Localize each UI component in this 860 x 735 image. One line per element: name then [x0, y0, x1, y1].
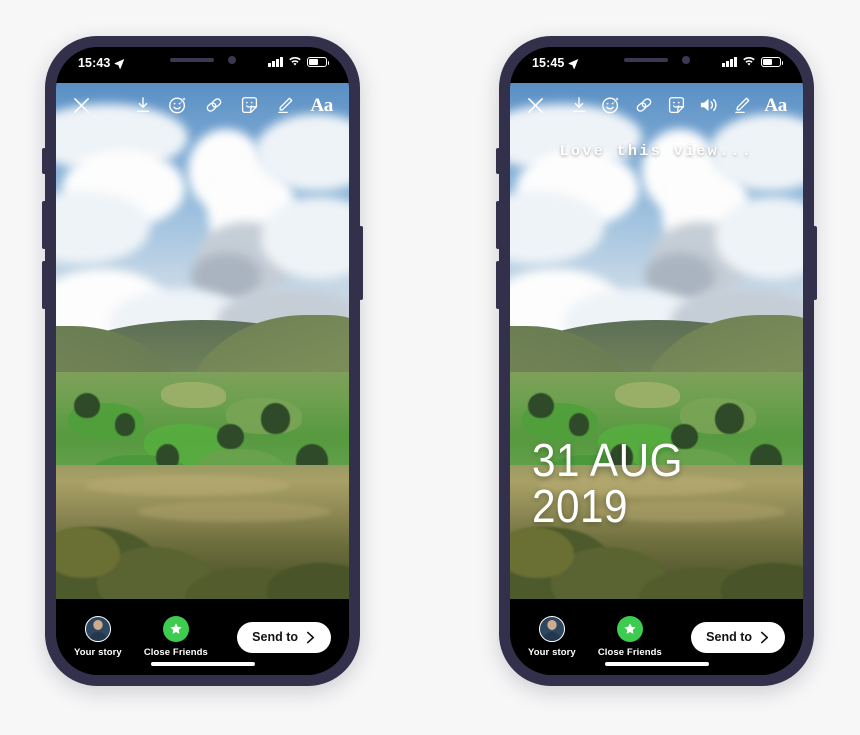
phone-screen-left: 15:43 Aa Your story Close Friends Send t…: [56, 47, 349, 675]
send-to-button-left[interactable]: Send to: [237, 621, 331, 653]
volume-up-button-left[interactable]: [42, 201, 46, 249]
status-bar-right: 15:45: [510, 47, 803, 83]
sticker-icon[interactable]: [667, 96, 686, 115]
notch-left: [127, 47, 278, 73]
chevron-right-icon: [760, 631, 769, 643]
download-icon[interactable]: [570, 96, 588, 114]
location-arrow-icon: [569, 58, 579, 69]
your-story-option-right[interactable]: Your story: [528, 616, 576, 658]
volume-down-button-right[interactable]: [496, 261, 500, 309]
story-caption-text[interactable]: Love this view...: [510, 143, 803, 160]
close-friends-option-right[interactable]: Close Friends: [598, 616, 662, 658]
status-time: 15:45: [532, 56, 565, 70]
close-friends-option-left[interactable]: Close Friends: [144, 616, 208, 658]
close-friends-label: Close Friends: [597, 647, 662, 658]
story-toolbar-right: Aa: [510, 83, 803, 127]
story-date-sticker[interactable]: 31 AUG 2019: [532, 437, 781, 529]
notch-right: [581, 47, 732, 73]
draw-icon[interactable]: [732, 96, 751, 115]
wifi-icon: [743, 56, 755, 66]
text-icon[interactable]: Aa: [764, 96, 787, 115]
cellular-signal-icon: [268, 56, 283, 67]
phone-bezel-left: 15:43 Aa Your story Close Friends Send t…: [56, 47, 349, 675]
home-indicator-right[interactable]: [604, 661, 709, 666]
close-friends-label: Close Friends: [143, 647, 208, 658]
status-left-right: 15:45: [532, 56, 579, 70]
close-icon[interactable]: [526, 96, 545, 115]
battery-icon: [761, 56, 784, 67]
front-camera-icon: [681, 56, 690, 64]
home-indicator-left[interactable]: [150, 661, 255, 666]
send-to-label: Send to: [706, 630, 752, 644]
your-story-label: Your story: [528, 647, 576, 658]
avatar: [84, 616, 111, 642]
story-canvas-right[interactable]: Love this view... 31 AUG 2019 Aa: [510, 83, 803, 599]
phone-bezel-right: 15:45 Love this view... 31 AUG 2019 Aa Y…: [510, 47, 803, 675]
effects-icon[interactable]: [601, 95, 621, 115]
phone-screen-right: 15:45 Love this view... 31 AUG 2019 Aa Y…: [510, 47, 803, 675]
mute-switch-left[interactable]: [42, 148, 46, 174]
link-icon[interactable]: [634, 95, 654, 115]
close-icon[interactable]: [72, 96, 91, 115]
close-friends-star-icon: [162, 616, 189, 642]
text-icon[interactable]: Aa: [310, 96, 333, 115]
story-canvas-left[interactable]: Aa: [56, 83, 349, 599]
scene-root: 15:43 Aa Your story Close Friends Send t…: [0, 0, 860, 735]
story-toolbar-actions-left: Aa: [134, 95, 333, 115]
story-photo-left: [56, 83, 349, 599]
mute-switch-right[interactable]: [496, 148, 500, 174]
effects-icon[interactable]: [168, 95, 188, 115]
your-story-option-left[interactable]: Your story: [74, 616, 122, 658]
status-right-right: [722, 56, 784, 67]
location-arrow-icon: [115, 58, 125, 69]
download-icon[interactable]: [134, 96, 152, 114]
battery-icon: [307, 56, 330, 67]
cellular-signal-icon: [722, 56, 737, 67]
avatar: [538, 616, 565, 642]
your-story-label: Your story: [74, 647, 122, 658]
bottom-bar-left: Your story Close Friends Send to: [56, 599, 349, 675]
send-to-label: Send to: [252, 630, 298, 644]
story-toolbar-actions-right: Aa: [570, 95, 787, 115]
draw-icon[interactable]: [275, 96, 294, 115]
status-left-left: 15:43: [78, 56, 125, 70]
volume-down-button-left[interactable]: [42, 261, 46, 309]
close-friends-star-icon: [616, 616, 643, 642]
power-button-right[interactable]: [813, 226, 817, 300]
story-toolbar-left: Aa: [56, 83, 349, 127]
chevron-right-icon: [306, 631, 315, 643]
sticker-icon[interactable]: [240, 96, 259, 115]
phone-device-left: 15:43 Aa Your story Close Friends Send t…: [42, 36, 363, 686]
bottom-bar-right: Your story Close Friends Send to: [510, 599, 803, 675]
send-to-button-right[interactable]: Send to: [691, 621, 785, 653]
wifi-icon: [289, 56, 301, 66]
phone-device-right: 15:45 Love this view... 31 AUG 2019 Aa Y…: [496, 36, 817, 686]
earpiece-speaker-icon: [623, 58, 668, 62]
status-right-left: [268, 56, 330, 67]
sound-icon[interactable]: [699, 96, 719, 114]
power-button-left[interactable]: [359, 226, 363, 300]
status-time: 15:43: [78, 56, 111, 70]
front-camera-icon: [227, 56, 236, 64]
status-bar-left: 15:43: [56, 47, 349, 83]
volume-up-button-right[interactable]: [496, 201, 500, 249]
earpiece-speaker-icon: [169, 58, 214, 62]
destinations-left: Your story Close Friends: [74, 616, 208, 658]
link-icon[interactable]: [204, 95, 224, 115]
destinations-right: Your story Close Friends: [528, 616, 662, 658]
